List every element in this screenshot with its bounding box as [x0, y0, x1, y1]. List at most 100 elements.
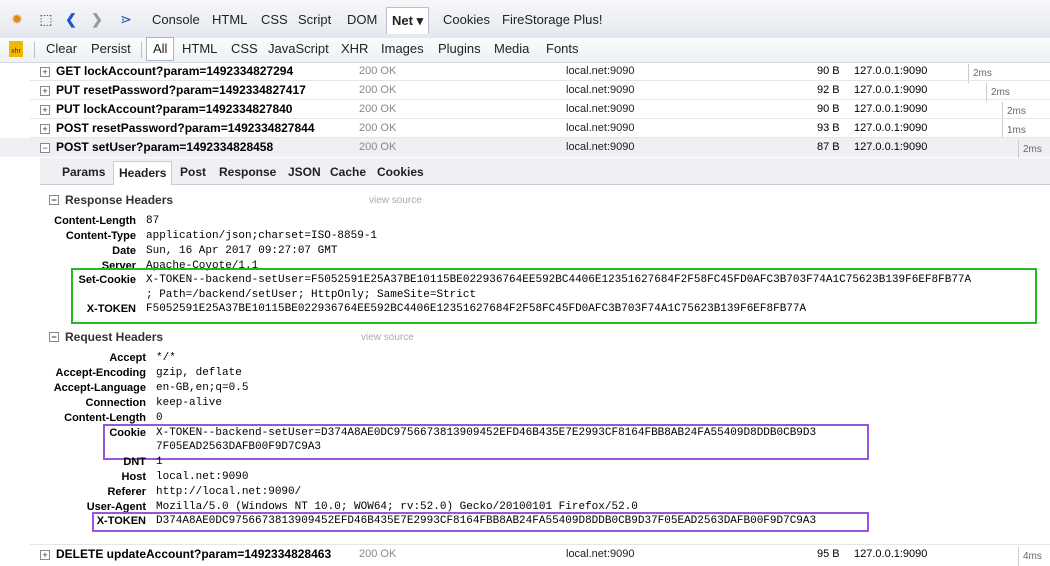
expand-icon[interactable]: +: [40, 86, 50, 96]
header-key: Host: [121, 471, 146, 483]
collapse-icon[interactable]: −: [49, 195, 59, 205]
header-key: Cookie: [109, 427, 146, 439]
command-line-icon[interactable]: ⋗: [116, 10, 136, 28]
request-url: POST setUser?param=1492334828458: [56, 140, 274, 154]
request-detail-panel: Params Headers Post Response JSON Cache …: [40, 158, 1050, 544]
inspect-icon[interactable]: ⬚: [37, 10, 55, 28]
header-key: Date: [112, 245, 136, 257]
back-icon[interactable]: ❮: [64, 10, 78, 28]
chevron-down-icon[interactable]: ▾: [417, 13, 424, 28]
tab-json[interactable]: JSON: [288, 165, 321, 179]
expand-icon[interactable]: +: [40, 105, 50, 115]
view-source-link[interactable]: view source: [361, 332, 414, 343]
tab-cookies-detail[interactable]: Cookies: [377, 165, 424, 179]
filter-css[interactable]: CSS: [231, 41, 258, 56]
header-value: gzip, deflate: [156, 367, 242, 379]
net-filter-bar: xhr Clear Persist All HTML CSS JavaScrip…: [0, 37, 1050, 63]
tab-post[interactable]: Post: [180, 165, 206, 179]
expand-icon[interactable]: +: [40, 550, 50, 560]
filter-javascript[interactable]: JavaScript: [268, 41, 329, 56]
header-key: Referer: [107, 486, 146, 498]
section-title: Response Headers: [65, 193, 174, 207]
header-key: Content-Type: [65, 230, 136, 242]
request-status: 200 OK: [359, 103, 397, 115]
header-value: keep-alive: [156, 397, 223, 409]
tab-cookies[interactable]: Cookies: [443, 12, 490, 27]
request-domain: local.net:9090: [566, 84, 635, 96]
request-url: PUT resetPassword?param=1492334827417: [56, 83, 306, 97]
filter-plugins[interactable]: Plugins: [438, 41, 481, 56]
request-row-expanded[interactable]: − POST setUser?param=1492334828458 200 O…: [0, 138, 1050, 159]
tab-response[interactable]: Response: [219, 165, 276, 179]
response-headers-section[interactable]: − Response Headers: [49, 193, 173, 207]
request-url: DELETE updateAccount?param=1492334828463: [56, 547, 332, 561]
request-size: 92 B: [817, 84, 840, 96]
header-value: application/json;charset=ISO-8859-1: [146, 230, 378, 242]
expand-icon[interactable]: +: [40, 124, 50, 134]
request-time: 4ms: [1018, 547, 1042, 566]
header-value: */*: [156, 352, 176, 364]
request-url: GET lockAccount?param=1492334827294: [56, 64, 294, 78]
filter-xhr[interactable]: XHR: [341, 41, 368, 56]
clear-button[interactable]: Clear: [46, 41, 77, 56]
request-ip: 127.0.0.1:9090: [854, 103, 928, 115]
header-key: X-TOKEN: [86, 303, 136, 315]
request-domain: local.net:9090: [566, 65, 635, 77]
tab-params[interactable]: Params: [62, 165, 105, 179]
separator: [141, 42, 142, 58]
tab-console[interactable]: Console: [152, 12, 200, 27]
request-status: 200 OK: [359, 141, 397, 153]
filter-all[interactable]: All: [146, 37, 175, 61]
header-key: Accept-Language: [53, 382, 146, 394]
request-size: 90 B: [817, 103, 840, 115]
tab-dom[interactable]: DOM: [347, 12, 377, 27]
tab-net[interactable]: Net ▾: [386, 7, 430, 34]
header-key: Content-Length: [64, 412, 146, 424]
header-value: Sun, 16 Apr 2017 09:27:07 GMT: [146, 245, 338, 257]
tab-html[interactable]: HTML: [212, 12, 247, 27]
collapse-icon[interactable]: −: [40, 143, 50, 153]
request-domain: local.net:9090: [566, 548, 635, 560]
request-status: 200 OK: [359, 84, 397, 96]
section-title: Request Headers: [65, 330, 164, 344]
request-ip: 127.0.0.1:9090: [854, 141, 928, 153]
filter-media[interactable]: Media: [494, 41, 529, 56]
xhr-breakpoint-icon[interactable]: xhr: [9, 41, 23, 57]
request-headers-section[interactable]: − Request Headers: [49, 330, 163, 344]
tab-css[interactable]: CSS: [261, 12, 288, 27]
header-value: en-GB,en;q=0.5: [156, 382, 249, 394]
header-value: F5052591E25A37BE10115BE022936764EE592BC4…: [146, 303, 807, 315]
request-row[interactable]: + POST resetPassword?param=1492334827844…: [0, 119, 1050, 140]
persist-button[interactable]: Persist: [91, 41, 131, 56]
request-size: 93 B: [817, 122, 840, 134]
request-row[interactable]: + PUT resetPassword?param=1492334827417 …: [0, 81, 1050, 102]
header-key: Connection: [85, 397, 147, 409]
request-status: 200 OK: [359, 548, 397, 560]
header-value: 0: [156, 412, 163, 424]
separator: [34, 42, 35, 58]
request-ip: 127.0.0.1:9090: [854, 548, 928, 560]
request-row[interactable]: + GET lockAccount?param=1492334827294 20…: [0, 62, 1050, 83]
filter-html[interactable]: HTML: [182, 41, 217, 56]
filter-images[interactable]: Images: [381, 41, 424, 56]
header-value: 87: [146, 215, 160, 227]
request-url: PUT lockAccount?param=1492334827840: [56, 102, 293, 116]
collapse-icon[interactable]: −: [49, 332, 59, 342]
tab-firestorage[interactable]: FireStorage Plus!: [502, 12, 602, 27]
request-row[interactable]: + PUT lockAccount?param=1492334827840 20…: [0, 100, 1050, 121]
header-key: Accept: [109, 352, 146, 364]
request-ip: 127.0.0.1:9090: [854, 84, 928, 96]
firebug-icon[interactable]: ✹: [8, 10, 26, 28]
forward-icon[interactable]: ❯: [90, 10, 104, 28]
tab-script[interactable]: Script: [298, 12, 331, 27]
request-row[interactable]: + DELETE updateAccount?param=14923348284…: [0, 545, 1050, 566]
tab-headers[interactable]: Headers: [113, 161, 173, 185]
filter-fonts[interactable]: Fonts: [546, 41, 579, 56]
header-value: X-TOKEN--backend-setUser=D374A8AE0DC9756…: [156, 427, 817, 439]
request-size: 90 B: [817, 65, 840, 77]
expand-icon[interactable]: +: [40, 67, 50, 77]
header-key: Accept-Encoding: [55, 367, 146, 379]
tab-cache[interactable]: Cache: [330, 165, 366, 179]
view-source-link[interactable]: view source: [369, 195, 422, 206]
request-domain: local.net:9090: [566, 122, 635, 134]
